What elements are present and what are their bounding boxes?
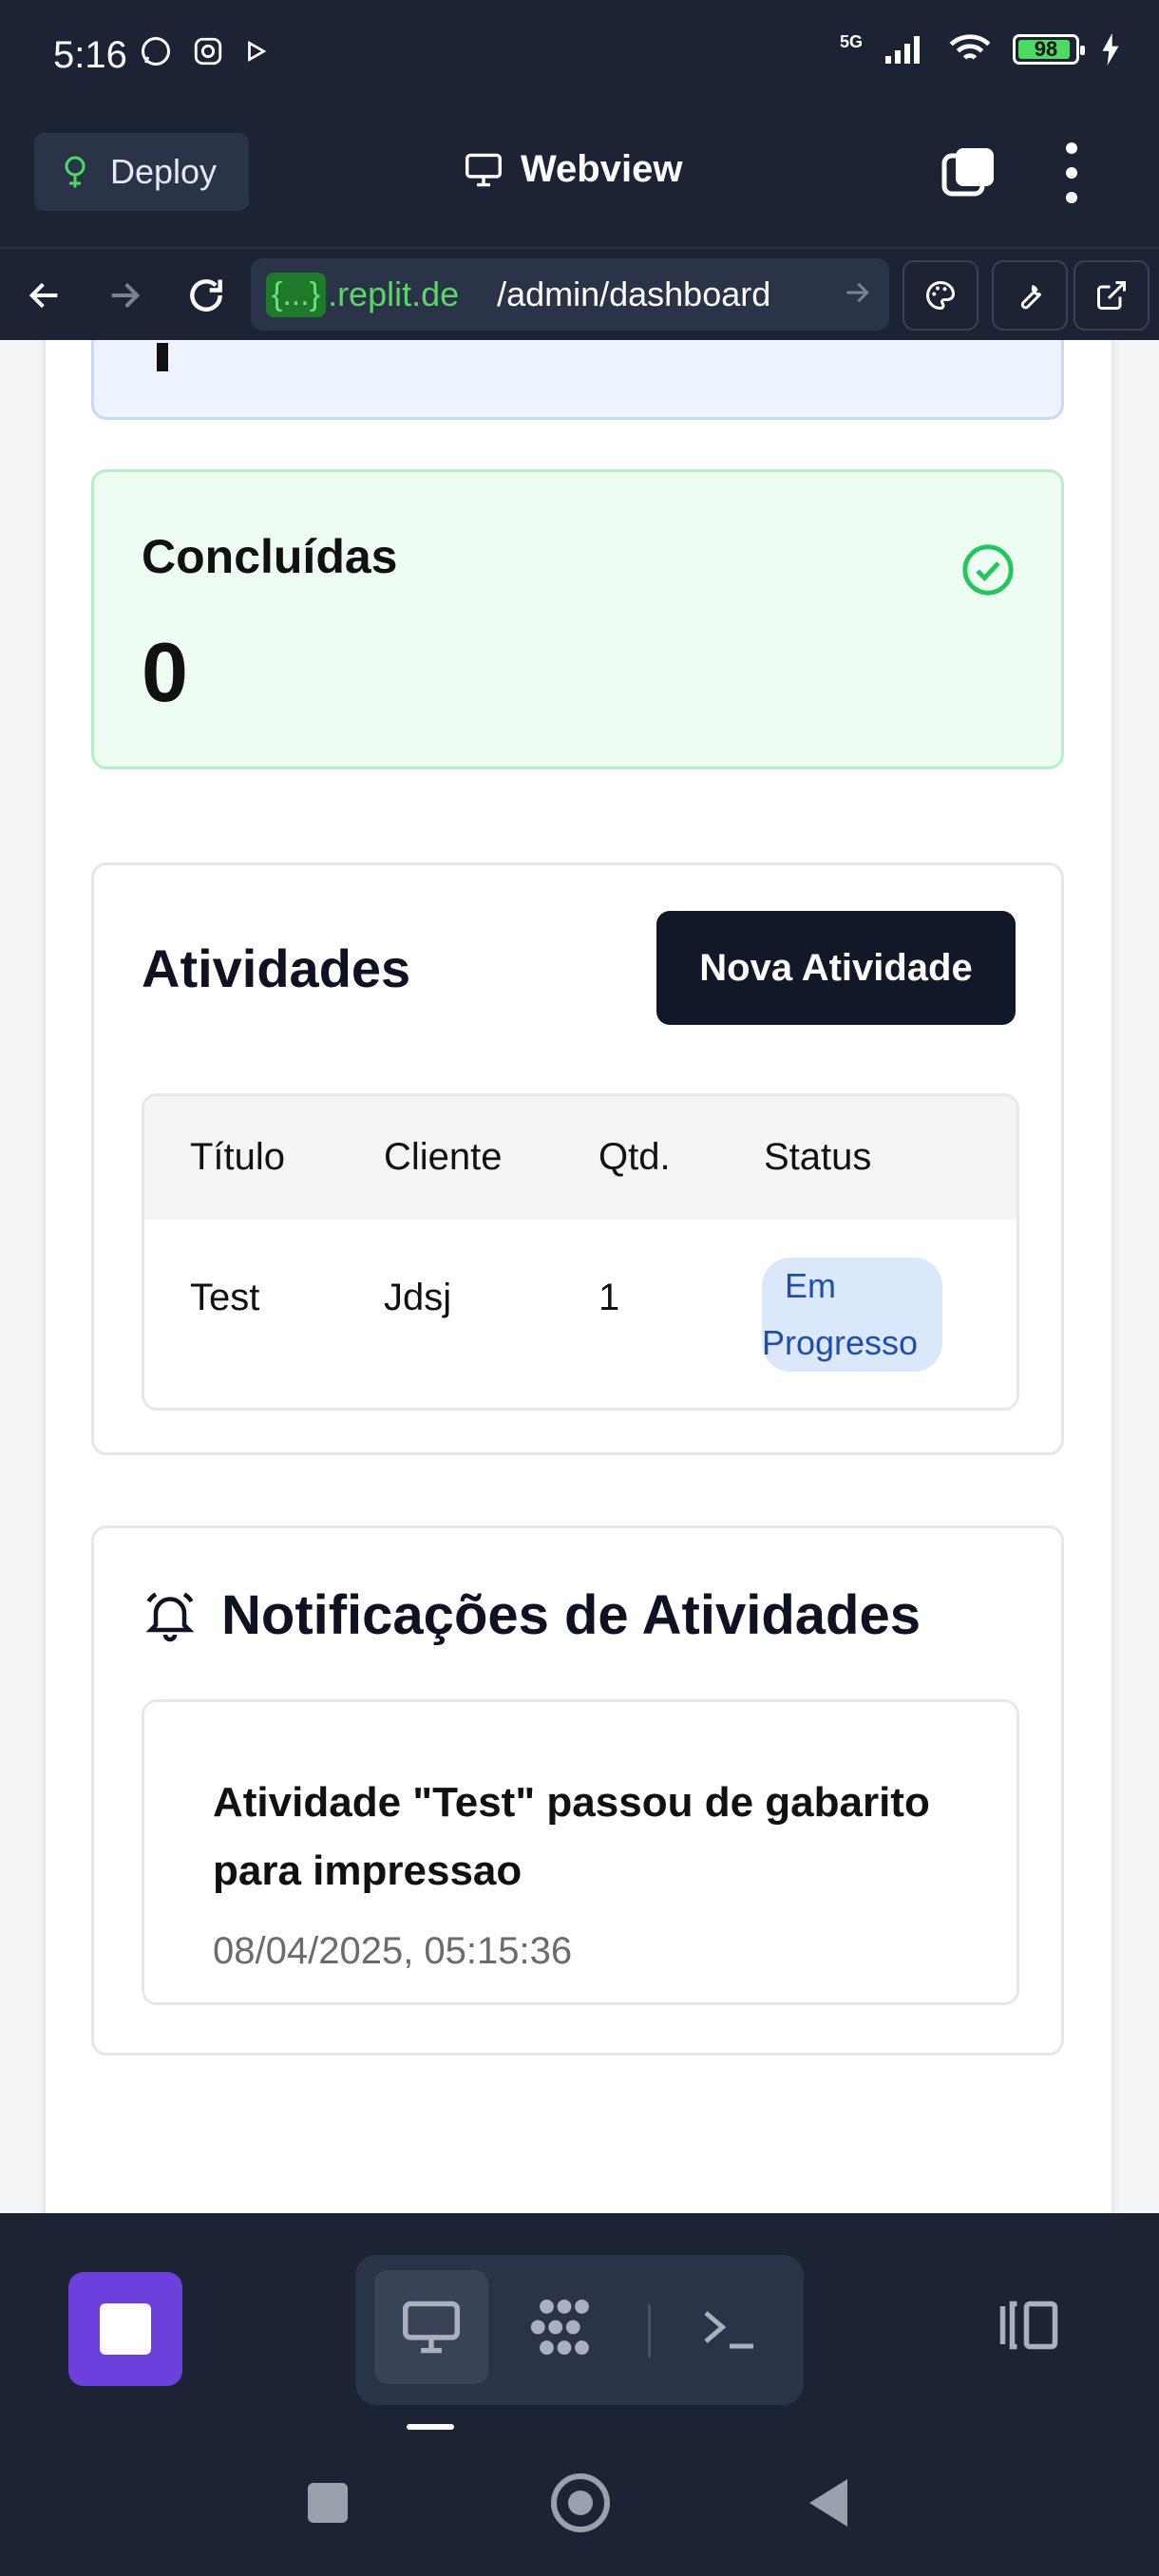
wifi-icon xyxy=(949,34,991,60)
bottom-toolbar xyxy=(0,2213,1159,2432)
signal-icon xyxy=(885,36,920,64)
tab-indicator xyxy=(407,2424,454,2430)
wrench-icon xyxy=(1020,284,1042,310)
webview-title: Webview xyxy=(464,148,682,191)
url-prefix: {...} xyxy=(266,272,327,317)
status-badge: Em Progresso xyxy=(762,1258,942,1372)
webview-page: Concluídas 0 Atividades Nova Atividade T… xyxy=(0,340,1159,2213)
column-header-title: Título xyxy=(190,1136,286,1178)
activities-panel: Atividades Nova Atividade Título Cliente… xyxy=(91,862,1064,1455)
stat-value-partial xyxy=(157,343,168,371)
stat-card-completed: Concluídas 0 xyxy=(91,469,1064,769)
external-link-icon xyxy=(1097,281,1126,310)
devtools-button[interactable] xyxy=(992,260,1068,331)
browser-nav-bar: {...} .replit.de /admin/dashboard xyxy=(0,247,1159,340)
notification-icons xyxy=(139,34,268,68)
new-activity-button[interactable]: Nova Atividade xyxy=(656,911,1016,1025)
status-bar: 5:16 5G 98 xyxy=(0,0,1159,114)
bell-icon xyxy=(145,1592,195,1641)
stop-icon xyxy=(100,2303,151,2355)
url-path: /admin/dashboard xyxy=(497,275,771,313)
instagram-icon xyxy=(194,37,222,66)
recents-button[interactable] xyxy=(308,2483,348,2523)
deploy-label: Deploy xyxy=(110,152,218,191)
more-options-button[interactable] xyxy=(1054,142,1089,203)
terminal-icon xyxy=(704,2311,753,2349)
side-panel-icon[interactable] xyxy=(996,2297,1062,2354)
back-icon[interactable] xyxy=(19,270,70,321)
column-header-qty: Qtd. xyxy=(598,1136,671,1178)
whatsapp-icon xyxy=(142,37,170,66)
stat-completed-value: 0 xyxy=(142,625,188,719)
notifications-title: Notificações de Atividades xyxy=(142,1583,921,1647)
column-header-client: Cliente xyxy=(384,1136,503,1178)
stop-button[interactable] xyxy=(68,2272,182,2386)
notification-time: 08/04/2025, 05:15:36 xyxy=(213,1930,573,1972)
separator xyxy=(648,2304,651,2358)
open-external-button[interactable] xyxy=(1074,260,1150,331)
network-label: 5G xyxy=(839,31,863,51)
monitor-icon xyxy=(403,2301,460,2354)
go-arrow-icon[interactable] xyxy=(842,277,872,308)
battery-icon: 98 xyxy=(1013,34,1085,65)
table-header: Título Cliente Qtd. Status xyxy=(144,1096,1016,1220)
activities-title: Atividades xyxy=(142,938,411,998)
blocks-icon xyxy=(530,2300,589,2355)
palette-button[interactable] xyxy=(902,260,978,331)
webview-title-text: Webview xyxy=(521,148,683,190)
url-host: .replit.de xyxy=(328,275,460,313)
forward-icon[interactable] xyxy=(99,270,150,321)
cell-qty: 1 xyxy=(598,1277,620,1318)
play-icon xyxy=(248,40,267,63)
check-circle-icon xyxy=(962,544,1014,596)
webview-tab[interactable] xyxy=(374,2270,488,2384)
stat-completed-label: Concluídas xyxy=(142,530,398,583)
column-header-status: Status xyxy=(764,1136,872,1178)
cell-title: Test xyxy=(190,1277,260,1318)
shell-tab[interactable] xyxy=(673,2270,787,2384)
notification-item[interactable]: Atividade "Test" passou de gabarito para… xyxy=(142,1699,1019,2005)
monitor-icon xyxy=(466,153,502,186)
back-button[interactable] xyxy=(809,2479,847,2527)
notifications-title-text: Notificações de Atividades xyxy=(221,1584,921,1646)
status-time: 5:16 xyxy=(53,34,127,76)
deploy-icon xyxy=(65,156,86,188)
url-bar[interactable]: {...} .replit.de /admin/dashboard xyxy=(251,258,889,331)
notifications-panel: Notificações de Atividades Atividade "Te… xyxy=(91,1525,1064,2055)
notification-text: Atividade "Test" passou de gabarito para… xyxy=(213,1779,930,1894)
home-button[interactable] xyxy=(551,2473,610,2532)
stat-card-partial xyxy=(91,340,1064,420)
deploy-button[interactable]: Deploy xyxy=(34,133,249,211)
system-nav-bar xyxy=(0,2432,1159,2576)
files-tab[interactable] xyxy=(507,2270,621,2384)
view-switcher xyxy=(355,2255,804,2405)
status-badge-line1: Em xyxy=(785,1266,836,1305)
status-badge-line2: Progresso xyxy=(762,1323,919,1362)
activities-table: Título Cliente Qtd. Status Test Jdsj 1 E… xyxy=(142,1093,1019,1411)
tabs-icon[interactable] xyxy=(940,144,998,201)
app-bar: Deploy Webview xyxy=(0,114,1159,247)
palette-icon xyxy=(926,280,956,311)
reload-icon[interactable] xyxy=(180,270,232,321)
cell-client: Jdsj xyxy=(384,1277,452,1318)
charging-icon xyxy=(1102,33,1119,66)
